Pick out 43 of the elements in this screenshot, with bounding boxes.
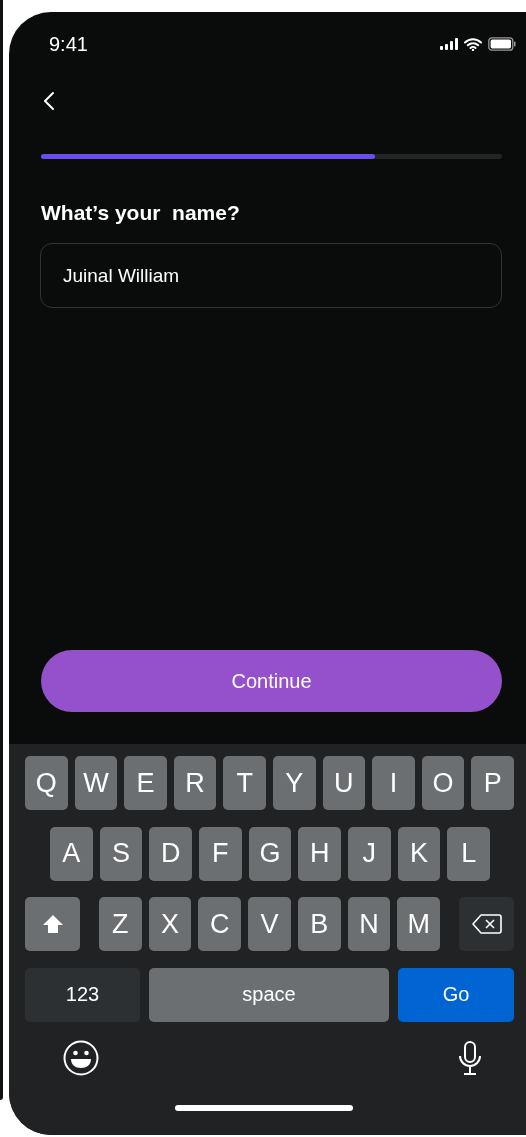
question-title: What’s your name? bbox=[41, 200, 241, 226]
emoji-icon[interactable] bbox=[63, 1040, 99, 1076]
battery-icon bbox=[488, 37, 516, 51]
letter-key[interactable]: S bbox=[99, 826, 143, 881]
microphone-icon[interactable] bbox=[458, 1041, 482, 1075]
letter-key[interactable]: Y bbox=[272, 756, 316, 810]
letter-key[interactable]: C bbox=[198, 897, 242, 951]
letter-key[interactable]: M bbox=[397, 897, 441, 951]
numbers-key[interactable]: 123 bbox=[25, 967, 140, 1022]
shift-icon bbox=[41, 914, 64, 934]
letter-key[interactable]: L bbox=[447, 826, 491, 881]
letter-key[interactable]: V bbox=[248, 897, 291, 951]
back-icon[interactable] bbox=[43, 91, 55, 111]
letter-key[interactable]: B bbox=[297, 897, 341, 951]
letter-key[interactable]: J bbox=[348, 826, 391, 881]
letter-key[interactable]: N bbox=[347, 897, 391, 951]
letter-key[interactable]: R bbox=[173, 756, 217, 810]
letter-key[interactable]: W bbox=[74, 756, 118, 810]
letter-key[interactable]: P bbox=[471, 756, 514, 810]
letter-key[interactable]: D bbox=[149, 826, 192, 881]
letter-key[interactable]: F bbox=[199, 826, 242, 881]
wifi-icon bbox=[464, 37, 482, 51]
go-key[interactable]: Go bbox=[398, 967, 514, 1022]
letter-key[interactable]: Z bbox=[99, 897, 142, 951]
name-field[interactable]: Juinal William bbox=[40, 243, 502, 308]
letter-key[interactable]: G bbox=[248, 826, 292, 881]
letter-key[interactable]: I bbox=[372, 756, 415, 810]
letter-key[interactable]: K bbox=[397, 826, 441, 881]
delete-icon bbox=[471, 913, 502, 935]
letter-key[interactable]: U bbox=[322, 756, 366, 810]
status-time: 9:41 bbox=[49, 32, 88, 56]
letter-key[interactable]: T bbox=[223, 756, 266, 810]
delete-key[interactable] bbox=[459, 897, 514, 951]
letter-key[interactable]: X bbox=[148, 897, 192, 951]
continue-button[interactable]: Continue bbox=[41, 650, 502, 712]
letter-key[interactable]: Q bbox=[25, 756, 68, 810]
letter-key[interactable]: A bbox=[50, 826, 93, 881]
letter-key[interactable]: O bbox=[421, 756, 465, 810]
signal-icon bbox=[440, 38, 458, 50]
space-key[interactable]: space bbox=[149, 967, 389, 1022]
letter-key[interactable]: E bbox=[124, 756, 167, 810]
shift-key[interactable] bbox=[25, 897, 80, 951]
letter-key[interactable]: H bbox=[298, 826, 342, 881]
